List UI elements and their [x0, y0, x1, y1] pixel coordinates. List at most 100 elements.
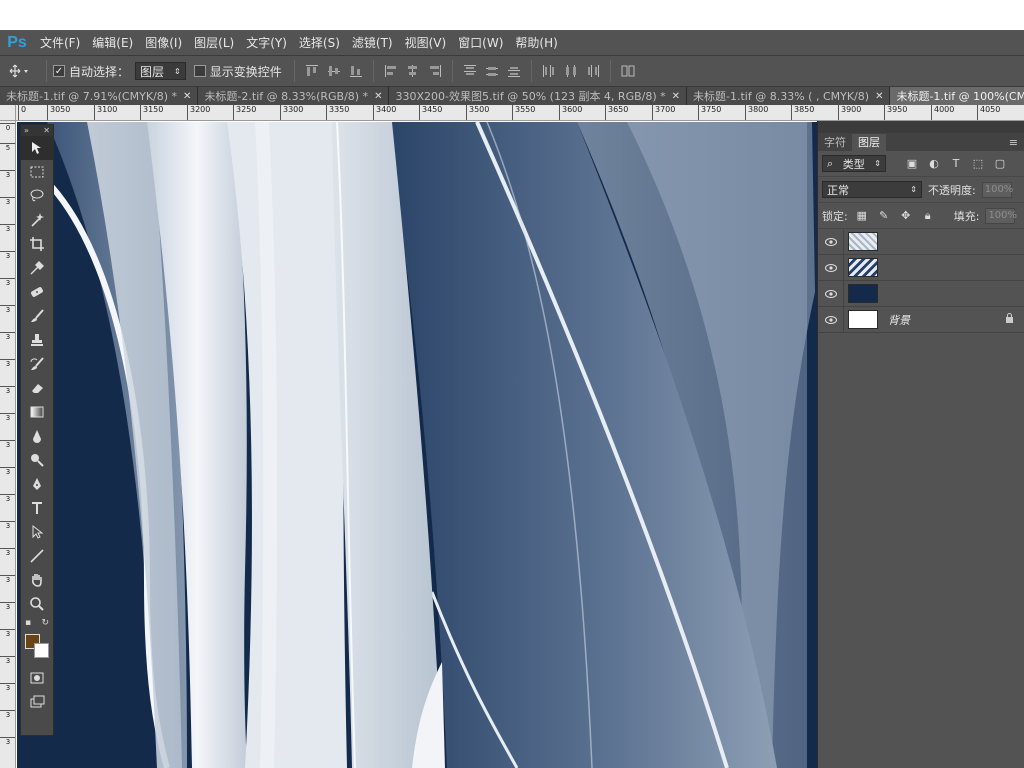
menu-type[interactable]: 文字(Y)	[240, 30, 293, 56]
doc-tab[interactable]: 未标题-1.tif @ 8.33% ( , CMYK/8) ✕	[687, 87, 891, 105]
background-color-swatch[interactable]	[34, 643, 49, 658]
panel-menu-icon[interactable]: ≡	[1009, 136, 1018, 149]
layer-name[interactable]: 背景	[888, 312, 910, 328]
default-colors-icon[interactable]: ▪	[25, 618, 31, 628]
tab-layers[interactable]: 图层	[852, 134, 886, 151]
menu-view[interactable]: 视图(V)	[399, 30, 453, 56]
blend-mode-dropdown[interactable]: 正常 ⇕	[822, 181, 922, 198]
image-filter-icon[interactable]: ▣	[904, 156, 920, 172]
align-bottom-edges-icon[interactable]	[345, 61, 367, 81]
pen-tool[interactable]	[21, 472, 53, 496]
healing-brush-tool[interactable]	[21, 280, 53, 304]
eyedropper-tool[interactable]	[21, 256, 53, 280]
horizontal-ruler[interactable]: 0 3050 3100 3150 3200 3250 3300 3350 340…	[16, 105, 1024, 121]
align-right-edges-icon[interactable]	[424, 61, 446, 81]
auto-select-checkbox[interactable]: ✓	[53, 65, 65, 77]
adjustment-filter-icon[interactable]: ◐	[926, 156, 942, 172]
swap-colors-icon[interactable]: ↻	[41, 618, 49, 628]
close-icon[interactable]: ✕	[374, 91, 382, 102]
distribute-left-edges-icon[interactable]	[538, 61, 560, 81]
screen-mode-button[interactable]	[21, 690, 53, 714]
document-canvas[interactable]	[17, 122, 817, 768]
gradient-tool[interactable]	[21, 400, 53, 424]
distribute-top-edges-icon[interactable]	[459, 61, 481, 81]
visibility-eye-icon[interactable]	[818, 306, 844, 333]
lock-image-pixels-icon[interactable]: ✎	[876, 208, 892, 224]
close-icon[interactable]: ✕	[43, 126, 50, 135]
menu-edit[interactable]: 编辑(E)	[86, 30, 139, 56]
type-tool[interactable]	[21, 496, 53, 520]
layer-row[interactable]	[818, 280, 1024, 307]
document-tab-bar: 未标题-1.tif @ 7.91%(CMYK/8) * ✕ 未标题-2.tif …	[0, 87, 1024, 105]
layer-filter-dropdown[interactable]: ⌕ 类型 ⇕	[822, 155, 886, 172]
blur-tool[interactable]	[21, 424, 53, 448]
opacity-input[interactable]: 100%	[981, 181, 1013, 198]
quick-mask-button[interactable]	[21, 666, 53, 690]
move-tool[interactable]	[21, 136, 53, 160]
align-horizontal-centers-icon[interactable]	[402, 61, 424, 81]
eraser-tool[interactable]	[21, 376, 53, 400]
hand-icon	[32, 574, 42, 587]
close-icon[interactable]: ✕	[672, 91, 680, 102]
layer-row[interactable]	[818, 254, 1024, 281]
auto-align-layers-icon[interactable]	[617, 61, 639, 81]
lock-position-icon[interactable]: ✥	[898, 208, 914, 224]
layer-row-background[interactable]: 背景	[818, 306, 1024, 333]
distribute-bottom-edges-icon[interactable]	[503, 61, 525, 81]
doc-tab[interactable]: 未标题-1.tif @ 7.91%(CMYK/8) * ✕	[0, 87, 199, 105]
visibility-eye-icon[interactable]	[818, 228, 844, 255]
collapse-icon[interactable]: »	[24, 126, 29, 135]
line-tool[interactable]	[21, 544, 53, 568]
tools-panel-header[interactable]: » ✕	[21, 125, 53, 136]
close-icon[interactable]: ✕	[875, 91, 883, 102]
opacity-label: 不透明度:	[928, 183, 976, 197]
doc-tab[interactable]: 未标题-2.tif @ 8.33%(RGB/8) * ✕	[198, 87, 390, 105]
align-vertical-centers-icon[interactable]	[323, 61, 345, 81]
visibility-eye-icon[interactable]	[818, 280, 844, 307]
align-top-edges-icon[interactable]	[301, 61, 323, 81]
tab-character[interactable]: 字符	[818, 134, 852, 151]
clone-stamp-tool[interactable]	[21, 328, 53, 352]
distribute-vertical-centers-icon[interactable]	[481, 61, 503, 81]
lock-transparent-pixels-icon[interactable]: ▦	[854, 208, 870, 224]
magic-wand-tool[interactable]	[21, 208, 53, 232]
type-filter-icon[interactable]: T	[948, 156, 964, 172]
shape-filter-icon[interactable]: ⬚	[970, 156, 986, 172]
lasso-tool[interactable]	[21, 184, 53, 208]
brush-tool[interactable]	[21, 304, 53, 328]
distribute-horizontal-centers-icon[interactable]	[560, 61, 582, 81]
smart-object-filter-icon[interactable]: ▢	[992, 156, 1008, 172]
marquee-tool[interactable]	[21, 160, 53, 184]
visibility-eye-icon[interactable]	[818, 254, 844, 281]
menu-help[interactable]: 帮助(H)	[509, 30, 563, 56]
close-icon[interactable]: ✕	[183, 91, 191, 102]
dodge-tool[interactable]	[21, 448, 53, 472]
show-transform-checkbox[interactable]	[193, 65, 206, 77]
align-left-edges-icon[interactable]	[380, 61, 402, 81]
menu-file[interactable]: 文件(F)	[34, 30, 86, 56]
menu-select[interactable]: 选择(S)	[293, 30, 346, 56]
zoom-tool[interactable]	[21, 592, 53, 616]
doc-tab-active[interactable]: 未标题-1.tif @ 100%(CMYK/8)	[890, 87, 1024, 105]
distribute-right-edges-icon[interactable]	[582, 61, 604, 81]
menu-window[interactable]: 窗口(W)	[452, 30, 509, 56]
menu-filter[interactable]: 滤镜(T)	[346, 30, 399, 56]
auto-select-dropdown[interactable]: 图层 ⇕	[135, 62, 186, 80]
vertical-ruler[interactable]: 0 5 3 3 3 3 3 3 3 3 3 3 3 3 3 3 3 3 3 3 …	[0, 121, 16, 768]
path-selection-tool[interactable]	[21, 520, 53, 544]
menu-layer[interactable]: 图层(L)	[188, 30, 240, 56]
menu-image[interactable]: 图像(I)	[139, 30, 188, 56]
layer-row[interactable]	[818, 228, 1024, 255]
doc-tab[interactable]: 330X200-效果图5.tif @ 50% (123 副本 4, RGB/8)…	[389, 87, 688, 105]
top-margin	[0, 0, 1024, 30]
hand-tool[interactable]	[21, 568, 53, 592]
history-brush-tool[interactable]	[21, 352, 53, 376]
ruler-origin[interactable]	[0, 105, 16, 121]
move-icon	[32, 142, 41, 154]
lock-all-icon[interactable]: 🔒︎	[920, 208, 936, 224]
crop-tool[interactable]	[21, 232, 53, 256]
ruler-tick: 3050	[47, 105, 70, 120]
fill-input[interactable]: 100%	[985, 207, 1017, 224]
panel-dock-header[interactable]	[818, 121, 1024, 133]
move-tool-preset-button[interactable]	[0, 59, 40, 83]
